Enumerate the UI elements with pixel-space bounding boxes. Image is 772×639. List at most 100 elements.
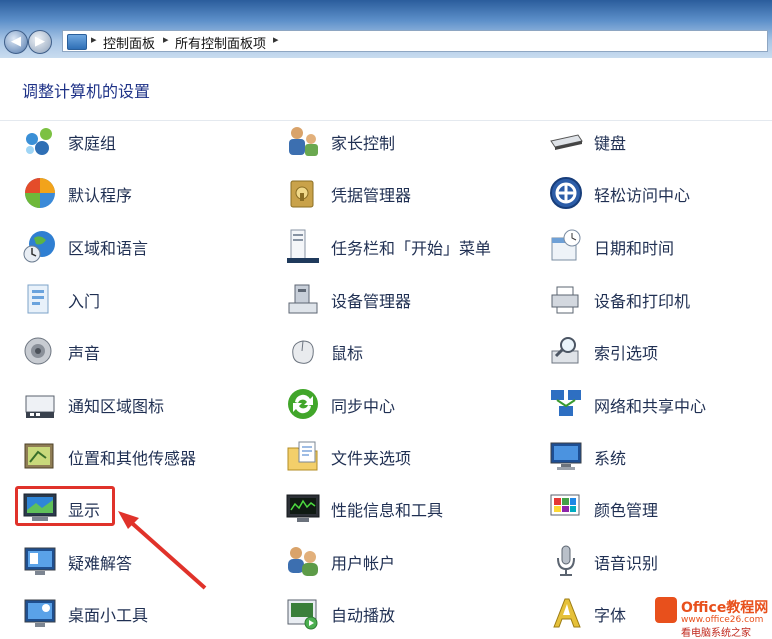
- item-color-management[interactable]: 颜色管理: [548, 488, 772, 528]
- keyboard-icon: [550, 134, 583, 150]
- item-performance[interactable]: 性能信息和工具: [285, 488, 525, 528]
- parental-controls-icon: [289, 127, 318, 156]
- item-ease-of-access[interactable]: 轻松访问中心: [548, 173, 772, 213]
- notification-area-icon: [25, 395, 55, 418]
- item-parental-controls[interactable]: 家长控制: [285, 121, 525, 161]
- navigation-buttons: ◀ ▶: [4, 30, 54, 54]
- item-folder-options[interactable]: 文件夹选项: [285, 436, 525, 476]
- item-label: 系统: [594, 449, 627, 468]
- item-notification-area[interactable]: 通知区域图标: [22, 384, 262, 424]
- item-indexing-options[interactable]: 索引选项: [548, 331, 772, 371]
- item-label: 网络和共享中心: [594, 397, 707, 416]
- date-time-icon: [551, 229, 581, 261]
- item-network-sharing[interactable]: 网络和共享中心: [548, 384, 772, 424]
- indexing-options-icon: [551, 337, 579, 364]
- item-troubleshooting[interactable]: 疑难解答: [22, 541, 262, 581]
- item-label: 轻松访问中心: [594, 186, 691, 205]
- network-sharing-icon: [551, 390, 581, 416]
- sound-icon: [24, 337, 52, 365]
- item-label: 字体: [594, 606, 627, 625]
- item-autoplay[interactable]: 自动播放: [285, 593, 525, 633]
- item-label: 索引选项: [594, 344, 659, 363]
- autoplay-icon: [287, 599, 318, 630]
- item-label: 声音: [68, 344, 101, 363]
- item-devices-printers[interactable]: 设备和打印机: [548, 279, 772, 319]
- item-label: 性能信息和工具: [331, 501, 444, 520]
- color-management-icon: [550, 494, 580, 516]
- location-sensors-icon: [24, 443, 54, 469]
- item-location-sensors[interactable]: 位置和其他传感器: [22, 436, 262, 476]
- item-label: 设备和打印机: [594, 292, 691, 311]
- control-panel-icon: [67, 34, 87, 50]
- getting-started-icon: [27, 284, 49, 314]
- control-panel-items: 家庭组 家长控制 键盘 默认程序 凭据管理器 轻松访问中心 区域和语言 任务栏和…: [0, 121, 772, 635]
- item-speech-recognition[interactable]: 语音识别: [548, 541, 772, 581]
- item-label: 语音识别: [594, 554, 659, 573]
- watermark: Office教程网 www.office26.com 看电脑系统之家: [655, 595, 770, 639]
- device-manager-icon: [288, 284, 318, 314]
- highlight-box: [15, 486, 115, 526]
- item-label: 入门: [68, 292, 101, 311]
- item-taskbar-start-menu[interactable]: 任务栏和「开始」菜单: [285, 226, 525, 266]
- item-credential-manager[interactable]: 凭据管理器: [285, 173, 525, 213]
- item-homegroup[interactable]: 家庭组: [22, 121, 262, 161]
- item-getting-started[interactable]: 入门: [22, 279, 262, 319]
- item-default-programs[interactable]: 默认程序: [22, 173, 262, 213]
- devices-printers-icon: [551, 286, 579, 314]
- item-sound[interactable]: 声音: [22, 331, 262, 371]
- item-label: 用户帐户: [331, 554, 396, 573]
- item-label: 设备管理器: [331, 292, 412, 311]
- page-header: 调整计算机的设置: [0, 58, 772, 121]
- breadcrumb-separator-icon[interactable]: ▸: [163, 33, 169, 46]
- item-label: 键盘: [594, 134, 627, 153]
- item-keyboard[interactable]: 键盘: [548, 121, 772, 161]
- item-desktop-gadgets[interactable]: 桌面小工具: [22, 593, 262, 633]
- breadcrumb-all-items[interactable]: 所有控制面板项: [175, 33, 266, 52]
- item-label: 疑难解答: [68, 554, 133, 573]
- item-label: 文件夹选项: [331, 449, 412, 468]
- credential-manager-icon: [290, 180, 314, 208]
- back-button[interactable]: ◀: [4, 30, 28, 54]
- item-label: 颜色管理: [594, 501, 659, 520]
- breadcrumb-separator-icon[interactable]: ▸: [273, 33, 279, 46]
- watermark-tagline: 看电脑系统之家: [681, 628, 751, 639]
- item-label: 任务栏和「开始」菜单: [331, 239, 492, 258]
- address-bar[interactable]: ▸ 控制面板 ▸ 所有控制面板项 ▸: [62, 30, 768, 52]
- breadcrumb-control-panel[interactable]: 控制面板: [103, 33, 155, 52]
- item-mouse[interactable]: 鼠标: [285, 331, 525, 371]
- item-label: 凭据管理器: [331, 186, 412, 205]
- item-sync-center[interactable]: 同步中心: [285, 384, 525, 424]
- forward-arrow-icon: ▶: [35, 34, 45, 49]
- item-label: 日期和时间: [594, 239, 675, 258]
- item-region-language[interactable]: 区域和语言: [22, 226, 262, 266]
- user-accounts-icon: [288, 547, 318, 576]
- watermark-brand: Office教程网: [681, 600, 769, 616]
- window-chrome: ◀ ▶ ▸ 控制面板 ▸ 所有控制面板项 ▸: [0, 0, 772, 58]
- system-icon: [550, 442, 582, 470]
- default-programs-icon: [25, 178, 55, 208]
- item-system[interactable]: 系统: [548, 436, 772, 476]
- breadcrumb-separator-icon[interactable]: ▸: [91, 33, 97, 46]
- folder-options-icon: [287, 441, 318, 471]
- item-label: 桌面小工具: [68, 606, 149, 625]
- sync-center-icon: [288, 389, 318, 419]
- performance-icon: [286, 494, 320, 522]
- ease-of-access-icon: [550, 177, 582, 209]
- item-label: 通知区域图标: [68, 397, 165, 416]
- item-user-accounts[interactable]: 用户帐户: [285, 541, 525, 581]
- desktop-gadgets-icon: [24, 599, 56, 627]
- homegroup-icon: [26, 128, 52, 155]
- item-device-manager[interactable]: 设备管理器: [285, 279, 525, 319]
- item-label: 位置和其他传感器: [68, 449, 197, 468]
- item-label: 同步中心: [331, 397, 396, 416]
- item-date-time[interactable]: 日期和时间: [548, 226, 772, 266]
- fonts-icon: [553, 598, 581, 628]
- item-label: 家庭组: [68, 134, 117, 153]
- page-title: 调整计算机的设置: [22, 82, 151, 101]
- mouse-icon: [292, 340, 314, 364]
- troubleshooting-icon: [24, 547, 56, 575]
- item-label: 自动播放: [331, 606, 396, 625]
- forward-button[interactable]: ▶: [28, 30, 52, 54]
- item-label: 鼠标: [331, 344, 364, 363]
- item-label: 默认程序: [68, 186, 133, 205]
